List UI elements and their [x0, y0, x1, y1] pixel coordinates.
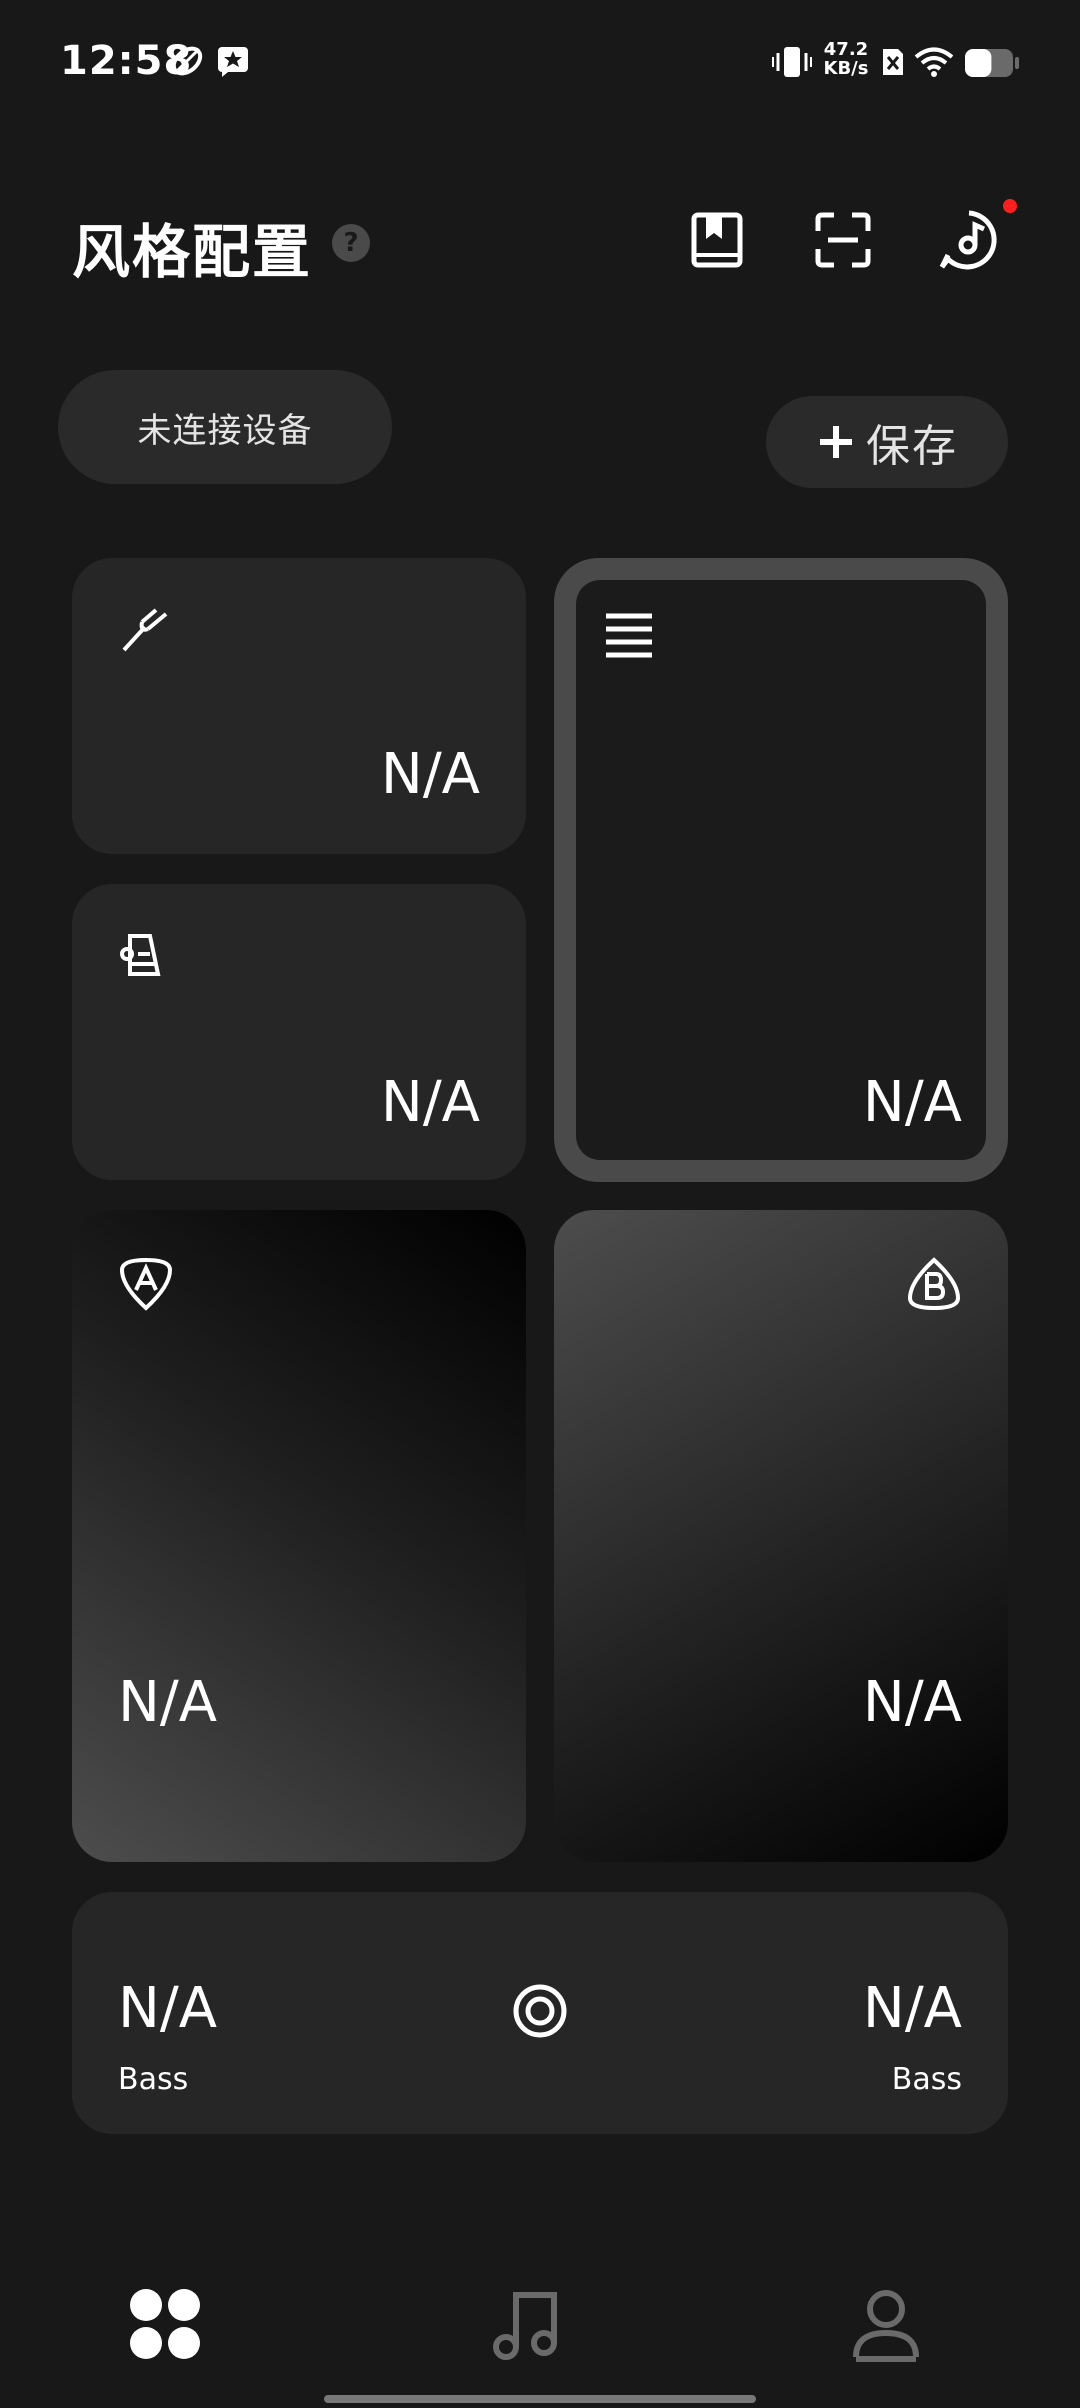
- status-bar: 12:58 47.2 KB/s: [0, 0, 1080, 130]
- bass-left-value: N/A: [118, 1976, 218, 2041]
- scan-icon[interactable]: [808, 205, 878, 275]
- preset-card[interactable]: N/A: [72, 884, 526, 1180]
- plus-icon: [820, 426, 852, 458]
- slot-b-value: N/A: [862, 1670, 962, 1735]
- home-grid-icon[interactable]: [126, 2285, 206, 2365]
- target-icon[interactable]: [511, 1982, 569, 2040]
- book-icon[interactable]: [682, 205, 752, 275]
- device-status-label: 未连接设备: [137, 410, 313, 451]
- device-preset-icon: [120, 934, 161, 976]
- bass-right-value: N/A: [862, 1976, 962, 2041]
- vibrate-icon: [772, 47, 812, 77]
- help-button[interactable]: ?: [332, 224, 370, 262]
- pick-b-icon: [907, 1257, 961, 1311]
- net-speed-unit: KB/s: [823, 58, 869, 79]
- slot-b-card[interactable]: N/A: [554, 1210, 1008, 1862]
- notification-dot: [1003, 199, 1017, 213]
- battery-icon: [965, 49, 1019, 77]
- list-value: N/A: [862, 1070, 962, 1135]
- music-note-icon[interactable]: [486, 2285, 566, 2365]
- star-message-icon: [218, 47, 248, 77]
- pick-a-icon: [119, 1257, 173, 1311]
- bass-right-label: Bass: [891, 2062, 962, 2097]
- list-card-body: N/A: [576, 580, 986, 1160]
- page-title: 风格配置: [72, 218, 313, 286]
- slot-a-value: N/A: [118, 1670, 218, 1735]
- slot-a-card[interactable]: N/A: [72, 1210, 526, 1862]
- wifi-icon: [914, 47, 954, 77]
- profile-icon[interactable]: [846, 2285, 926, 2365]
- save-button[interactable]: 保存: [766, 396, 1008, 488]
- style-config-screen: 12:58 47.2 KB/s 风格配置 ? 未连接设备 保存 N/A N/A …: [0, 0, 1080, 2408]
- leaf-icon: [171, 46, 203, 76]
- net-speed-value: 47.2: [823, 39, 869, 60]
- preset-value: N/A: [380, 1070, 480, 1135]
- sim-off-icon: [883, 49, 903, 75]
- net-speed: 47.2 KB/s: [818, 40, 874, 78]
- bass-card[interactable]: N/A Bass N/A Bass: [72, 1892, 1008, 2134]
- tuning-card[interactable]: N/A: [72, 558, 526, 854]
- device-status-button[interactable]: 未连接设备: [58, 370, 392, 484]
- bass-left-label: Bass: [118, 2062, 189, 2097]
- music-disc-icon[interactable]: [934, 205, 1004, 275]
- save-label: 保存: [866, 421, 958, 472]
- list-icon: [606, 613, 652, 658]
- home-indicator[interactable]: [324, 2395, 756, 2403]
- tuning-value: N/A: [380, 742, 480, 807]
- tuning-fork-icon: [122, 608, 168, 652]
